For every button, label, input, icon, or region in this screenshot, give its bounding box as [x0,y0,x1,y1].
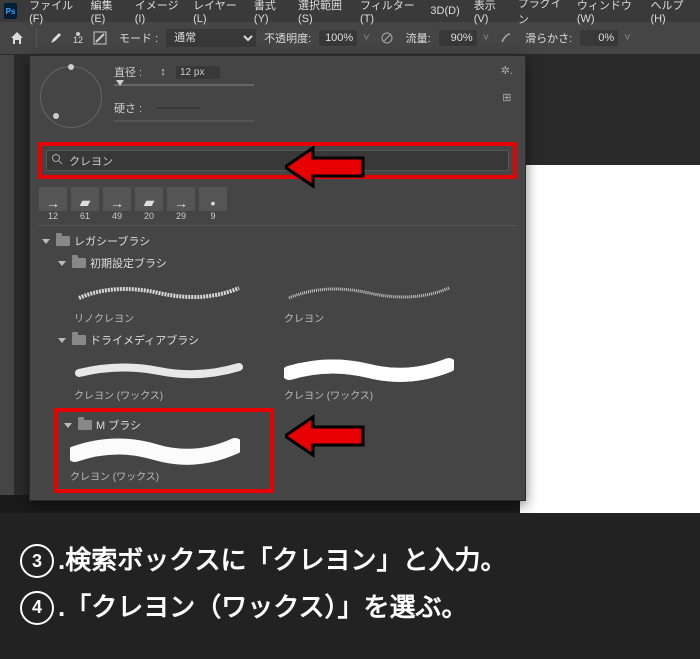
search-box-highlight [38,142,517,179]
brush-preset-panel: 直径 : ↕ 12 px 硬さ : ✲. ⊞ [29,55,526,501]
airbrush-icon[interactable] [495,27,517,49]
m-brush-highlight: M ブラシ クレヨン (ワックス) [54,408,274,493]
brush-preset[interactable]: クレヨン (ワックス) [284,355,454,402]
brush-tool-icon[interactable] [45,27,67,49]
chevron-down-icon [42,239,50,244]
recent-brushes: →12 ▰61 →49 ▰20 →29 •9 [30,183,525,225]
recent-brush[interactable]: →49 [102,187,132,221]
opacity-label: 不透明度: [264,30,311,46]
folder-m[interactable]: M ブラシ [64,414,264,436]
step-number: 4 [20,591,54,625]
caption-area: 3 .検索ボックスに「クレヨン」と入力。 4 .「クレヨン（ワックス）」を選ぶ。 [0,513,700,659]
menu-plugin[interactable]: プラグイン [512,0,569,29]
flip-x-icon[interactable]: ↕ [156,65,170,79]
smooth-value[interactable]: 0% [580,30,618,46]
brush-preset[interactable]: クレヨン (ワックス) [74,355,244,402]
opacity-pressure-icon[interactable] [376,27,398,49]
folder-icon [78,420,92,430]
recent-brush[interactable]: ▰61 [70,187,100,221]
folder-icon [56,236,70,246]
gear-icon[interactable]: ✲. [501,64,513,77]
recent-brush[interactable]: →12 [38,187,68,221]
flow-label: 流量: [406,30,431,46]
folder-icon [72,335,86,345]
main-area: 直径 : ↕ 12 px 硬さ : ✲. ⊞ [0,55,700,495]
flow-value[interactable]: 90% [439,30,477,46]
menu-file[interactable]: ファイル(F) [23,0,83,27]
brush-preset[interactable]: リノクレヨン [74,278,244,325]
menu-window[interactable]: ウィンドウ(W) [571,0,643,27]
folder-drymedia[interactable]: ドライメディアブラシ [58,329,513,351]
brush-size-number: 12 [73,36,83,45]
hardness-value[interactable] [156,107,200,109]
home-icon[interactable] [6,27,28,49]
caption-line-3: 3 .検索ボックスに「クレヨン」と入力。 [20,537,680,584]
folder-default[interactable]: 初期設定ブラシ [58,252,513,274]
diameter-value[interactable]: 12 px [176,66,220,79]
brush-size-preset[interactable]: 12 [73,32,83,45]
folder-icon [72,258,86,268]
smooth-label: 滑らかさ: [525,30,572,46]
menu-image[interactable]: イメージ(I) [129,0,185,27]
menu-help[interactable]: ヘルプ(H) [644,0,696,27]
app-icon: Ps [4,3,17,19]
menu-3d[interactable]: 3D(D) [424,3,465,19]
mode-label: モード : [119,30,158,46]
menu-select[interactable]: 選択範囲(S) [292,0,352,27]
hardness-label: 硬さ : [114,100,150,116]
menu-bar: Ps ファイル(F) 編集(E) イメージ(I) レイヤー(L) 書式(Y) 選… [0,0,700,22]
new-preset-icon[interactable]: ⊞ [502,91,511,104]
diameter-slider[interactable] [114,84,254,86]
folder-legacy[interactable]: レガシーブラシ [42,230,513,252]
recent-brush[interactable]: →29 [166,187,196,221]
search-icon [51,153,63,168]
brush-search-field[interactable] [46,150,509,171]
brush-panel-toggle-icon[interactable] [89,27,111,49]
chevron-down-icon [58,338,66,343]
chevron-down-icon [64,423,72,428]
chevron-down-icon [58,261,66,266]
brush-preset-wax[interactable]: クレヨン (ワックス) [70,436,240,483]
step-number: 3 [20,544,54,578]
menu-layer[interactable]: レイヤー(L) [187,0,246,27]
menu-view[interactable]: 表示(V) [468,0,510,27]
brush-search-input[interactable] [67,154,504,168]
blend-mode-select[interactable]: 通常 [166,29,256,47]
opacity-value[interactable]: 100% [319,30,357,46]
brush-list: レガシーブラシ 初期設定ブラシ リノクレヨン クレヨン [30,226,525,500]
document-canvas[interactable] [520,165,700,520]
menu-edit[interactable]: 編集(E) [85,0,127,27]
brush-preset[interactable]: クレヨン [284,278,454,325]
recent-brush[interactable]: •9 [198,187,228,221]
brush-tip-preview[interactable] [40,66,102,128]
menu-type[interactable]: 書式(Y) [248,0,290,27]
recent-brush[interactable]: ▰20 [134,187,164,221]
tools-panel [0,55,15,495]
menu-filter[interactable]: フィルター(T) [354,0,422,27]
diameter-label: 直径 : [114,64,150,80]
canvas-area: 直径 : ↕ 12 px 硬さ : ✲. ⊞ [15,55,700,495]
hardness-slider[interactable] [114,120,254,122]
caption-line-4: 4 .「クレヨン（ワックス）」を選ぶ。 [20,584,680,631]
